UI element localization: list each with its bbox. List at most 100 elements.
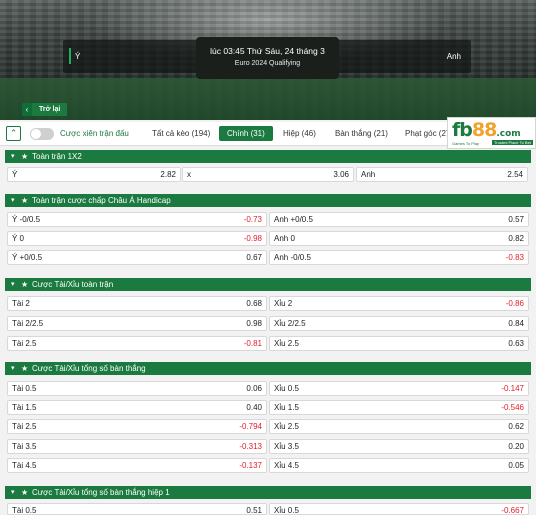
odds-label: Tài 2.5 — [12, 422, 37, 431]
odds-cell[interactable]: Anh 0 0.82 — [269, 231, 529, 246]
odds-label: Tài 2/2.5 — [12, 319, 44, 328]
tab-all[interactable]: Tất cả kèo (194) — [144, 126, 218, 141]
odds-label: Tài 2.5 — [12, 339, 37, 348]
odds-label: Xỉu 2.5 — [274, 422, 299, 431]
odds-label: Xỉu 2/2.5 — [274, 319, 306, 328]
logo-tagline-secondary: Trusted Place To Bet — [492, 140, 533, 145]
tab-half[interactable]: Hiệp (46) — [275, 126, 324, 141]
odds-cell[interactable]: Xỉu 4.5 0.05 — [269, 458, 529, 473]
odds-label: Anh 0 — [274, 234, 295, 243]
star-icon[interactable]: ★ — [21, 486, 28, 499]
odds-value: 0.84 — [508, 319, 524, 328]
section-title: Cược Tài/Xỉu toàn trận — [32, 280, 114, 289]
fb88-logo: fb88.com Games To Play Trusted Place To … — [447, 117, 536, 149]
odds-label: Tài 0.5 — [12, 384, 37, 393]
odds-value: -0.86 — [505, 299, 524, 308]
odds-cell[interactable]: Tài 0.5 0.51 — [7, 503, 267, 515]
odds-value: -0.313 — [239, 442, 262, 451]
odds-label: Xỉu 0.5 — [274, 506, 299, 515]
odds-value: 2.82 — [160, 170, 176, 179]
back-label: Trở lại — [32, 103, 68, 116]
odds-cell[interactable]: Xỉu 2.5 0.62 — [269, 419, 529, 434]
odds-value: -0.137 — [239, 461, 262, 470]
section-header-total-goals[interactable]: ▾ ★ Cược Tài/Xỉu tổng số bàn thắng — [5, 362, 531, 375]
odds-value: 0.20 — [508, 442, 524, 451]
odds-cell[interactable]: Xỉu 0.5 -0.147 — [269, 381, 529, 396]
stadium-pitch — [0, 78, 536, 120]
tab-goals[interactable]: Bàn thắng (21) — [327, 126, 396, 141]
section-header-first-half-goals[interactable]: ▾ ★ Cược Tài/Xỉu tổng số bàn thắng hiệp … — [5, 486, 531, 499]
star-icon[interactable]: ★ — [21, 362, 28, 375]
odds-cell[interactable]: Ý -0/0.5 -0.73 — [7, 212, 267, 227]
odds-value: -0.98 — [243, 234, 262, 243]
odds-label: Xỉu 2.5 — [274, 339, 299, 348]
section-header-1x2[interactable]: ▾ ★ Toàn trận 1X2 — [5, 150, 531, 163]
odds-cell[interactable]: Xỉu 3.5 0.20 — [269, 439, 529, 454]
odds-value: 0.40 — [246, 403, 262, 412]
odds-label: Xỉu 2 — [274, 299, 293, 308]
odds-cell[interactable]: Anh 2.54 — [356, 167, 528, 182]
section-title: Cược Tài/Xỉu tổng số bàn thắng — [32, 364, 146, 373]
odds-cell[interactable]: Tài 2.5 -0.794 — [7, 419, 267, 434]
odds-value: -0.81 — [243, 339, 262, 348]
odds-cell[interactable]: Tài 3.5 -0.313 — [7, 439, 267, 454]
scoreboard-accent — [69, 48, 71, 64]
odds-value: 0.05 — [508, 461, 524, 470]
chevron-left-icon: ‹ — [22, 103, 32, 116]
odds-cell[interactable]: Tài 2.5 -0.81 — [7, 336, 267, 351]
odds-label: Ý -0/0.5 — [12, 215, 41, 224]
odds-label: x — [187, 170, 191, 179]
odds-label: Xỉu 4.5 — [274, 461, 299, 470]
odds-cell[interactable]: Tài 2 0.68 — [7, 296, 267, 311]
odds-label: Tài 0.5 — [12, 506, 37, 515]
odds-value: 0.63 — [508, 339, 524, 348]
logo-tagline: Games To Play — [452, 141, 480, 146]
odds-cell[interactable]: Tài 1.5 0.40 — [7, 400, 267, 415]
odds-label: Tài 2 — [12, 299, 30, 308]
odds-cell[interactable]: Xỉu 0.5 -0.667 — [269, 503, 529, 515]
odds-label: Anh -0/0.5 — [274, 253, 311, 262]
odds-label: Ý +0/0.5 — [12, 253, 43, 262]
odds-cell[interactable]: Anh -0/0.5 -0.83 — [269, 250, 529, 265]
odds-label: Anh — [361, 170, 376, 179]
tab-main[interactable]: Chính (31) — [219, 126, 273, 141]
odds-cell[interactable]: Ý 0 -0.98 — [7, 231, 267, 246]
odds-value: 0.57 — [508, 215, 524, 224]
odds-value: -0.73 — [243, 215, 262, 224]
odds-cell[interactable]: Tài 0.5 0.06 — [7, 381, 267, 396]
section-header-handicap[interactable]: ▾ ★ Toàn trận cược chấp Châu Á Handicap — [5, 194, 531, 207]
odds-cell[interactable]: x 3.06 — [182, 167, 354, 182]
odds-value: -0.83 — [505, 253, 524, 262]
odds-cell[interactable]: Ý +0/0.5 0.67 — [7, 250, 267, 265]
odds-cell[interactable]: Xỉu 2/2.5 0.84 — [269, 316, 529, 331]
odds-cell[interactable]: Tài 2/2.5 0.98 — [7, 316, 267, 331]
odds-cell[interactable]: Xỉu 2.5 0.63 — [269, 336, 529, 351]
odds-label: Tài 3.5 — [12, 442, 37, 451]
star-icon[interactable]: ★ — [21, 150, 28, 163]
odds-value: -0.147 — [501, 384, 524, 393]
collapse-caret-icon: ▾ — [11, 365, 15, 372]
odds-value: 0.51 — [246, 506, 262, 515]
collapse-caret-icon: ▾ — [11, 197, 15, 204]
odds-cell[interactable]: Tài 4.5 -0.137 — [7, 458, 267, 473]
star-icon[interactable]: ★ — [21, 194, 28, 207]
parlay-toggle[interactable] — [30, 128, 54, 140]
odds-cell[interactable]: Ý 2.82 — [7, 167, 181, 182]
collapse-caret-icon: ▾ — [11, 153, 15, 160]
collapse-all-button[interactable]: ⌃ — [6, 126, 21, 141]
collapse-caret-icon: ▾ — [11, 281, 15, 288]
odds-cell[interactable]: Xỉu 1.5 -0.546 — [269, 400, 529, 415]
odds-value: 0.68 — [246, 299, 262, 308]
odds-cell[interactable]: Xỉu 2 -0.86 — [269, 296, 529, 311]
odds-value: 2.54 — [507, 170, 523, 179]
section-header-over-under[interactable]: ▾ ★ Cược Tài/Xỉu toàn trận — [5, 278, 531, 291]
star-icon[interactable]: ★ — [21, 278, 28, 291]
back-button[interactable]: ‹ Trở lại — [22, 103, 68, 116]
odds-value: 3.06 — [333, 170, 349, 179]
odds-value: 0.62 — [508, 422, 524, 431]
match-info: lúc 03:45 Thứ Sáu, 24 tháng 3 Euro 2024 … — [196, 37, 339, 79]
odds-value: 0.06 — [246, 384, 262, 393]
section-title: Toàn trận cược chấp Châu Á Handicap — [32, 196, 171, 205]
odds-cell[interactable]: Anh +0/0.5 0.57 — [269, 212, 529, 227]
odds-label: Xỉu 0.5 — [274, 384, 299, 393]
